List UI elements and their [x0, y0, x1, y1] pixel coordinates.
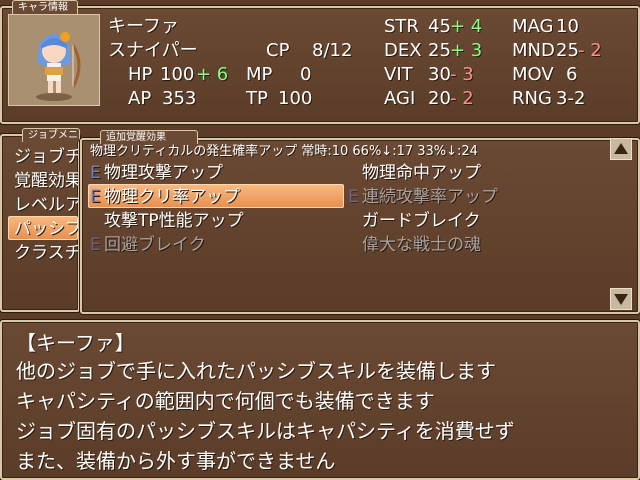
stat-dex-value: 25: [428, 40, 451, 61]
character-portrait: [8, 14, 100, 106]
scroll-up-icon: [614, 143, 628, 154]
stat-vit-value: 30: [428, 64, 451, 85]
skill-item-attack-tp-up[interactable]: 攻撃TP性能アップ: [104, 210, 244, 232]
hp-value: 100: [160, 64, 195, 85]
skill-equip-mark: E: [348, 187, 359, 207]
stat-mnd-mod: - 2: [578, 40, 602, 61]
cp-label: CP: [266, 40, 290, 61]
mp-value: 0: [300, 64, 312, 85]
stat-dex-mod: + 3: [450, 40, 483, 61]
job-menu-tab: ジョブメニ: [22, 128, 80, 142]
scroll-down-button[interactable]: [610, 288, 632, 310]
stat-str-label: STR: [384, 16, 419, 37]
skill-equip-mark: E: [90, 187, 101, 207]
ap-value: 353: [162, 88, 197, 109]
job-menu-item-level-up[interactable]: レベルア: [14, 194, 78, 216]
tp-value: 100: [278, 88, 313, 109]
skill-description-header: 物理クリティカルの発生確率アップ 常時:10 66%↓:17 33%↓:24: [90, 144, 478, 159]
skill-equip-mark: E: [90, 235, 101, 255]
hp-label: HP: [128, 64, 153, 85]
stat-dex-label: DEX: [384, 40, 422, 61]
ap-label: AP: [128, 88, 152, 109]
stat-mov-value: 6: [566, 64, 578, 85]
stat-rng-value: 3-2: [556, 88, 586, 109]
job-menu-item-awakening[interactable]: 覚醒効果: [14, 170, 78, 192]
help-line: キャパシティの範囲内で何個でも装備できます: [16, 389, 435, 413]
job-menu-item-class-change[interactable]: クラスチ: [14, 242, 78, 264]
stat-str-mod: + 4: [450, 16, 483, 37]
skill-item-physical-crit-up[interactable]: 物理クリ率アップ: [104, 186, 240, 208]
skill-item-combo-rate-up[interactable]: 連続攻撃率アップ: [362, 186, 498, 208]
stat-str-value: 45: [428, 16, 451, 37]
skill-item-great-warrior-soul[interactable]: 偉大な戦士の魂: [362, 234, 481, 256]
status-tab: キャラ情報: [12, 0, 78, 14]
passive-skill-tab: 追加覚醒効果: [100, 130, 198, 144]
stat-mnd-label: MND: [512, 40, 555, 61]
scroll-up-button[interactable]: [610, 138, 632, 160]
help-line: 他のジョブで手に入れたパッシブスキルを装備します: [16, 359, 496, 383]
character-job: スナイパー: [108, 40, 198, 61]
help-line: また、装備から外す事ができません: [16, 449, 336, 473]
stat-vit-label: VIT: [384, 64, 413, 85]
stat-mag-value: 10: [556, 16, 579, 37]
stat-agi-mod: - 2: [450, 88, 474, 109]
stat-mnd-value: 25: [556, 40, 579, 61]
tp-label: TP: [246, 88, 268, 109]
skill-item-evasion-break[interactable]: 回避ブレイク: [104, 234, 206, 256]
mp-label: MP: [246, 64, 273, 85]
hp-bonus: + 6: [196, 64, 229, 85]
skill-item-physical-attack-up[interactable]: 物理攻撃アップ: [104, 162, 223, 184]
stat-agi-value: 20: [428, 88, 451, 109]
skill-item-physical-hit-up[interactable]: 物理命中アップ: [362, 162, 481, 184]
stat-vit-mod: - 3: [450, 64, 474, 85]
cp-value: 8/12: [312, 40, 353, 61]
character-sprite-icon: [36, 32, 81, 101]
stat-agi-label: AGI: [384, 88, 416, 109]
job-menu-item-passive[interactable]: パッシブ: [14, 218, 78, 240]
skill-item-guard-break[interactable]: ガードブレイク: [362, 210, 481, 232]
skill-equip-mark: E: [90, 163, 101, 183]
job-menu-item-job-change[interactable]: ジョブチ: [14, 146, 78, 168]
help-title: 【キーファ】: [16, 331, 135, 355]
help-line: ジョブ固有のパッシブスキルはキャパシティを消費せず: [16, 419, 515, 443]
scroll-down-icon: [614, 294, 628, 305]
character-name: キーファ: [108, 16, 179, 37]
stat-mag-label: MAG: [512, 16, 554, 37]
stat-mov-label: MOV: [512, 64, 554, 85]
stat-rng-label: RNG: [512, 88, 552, 109]
